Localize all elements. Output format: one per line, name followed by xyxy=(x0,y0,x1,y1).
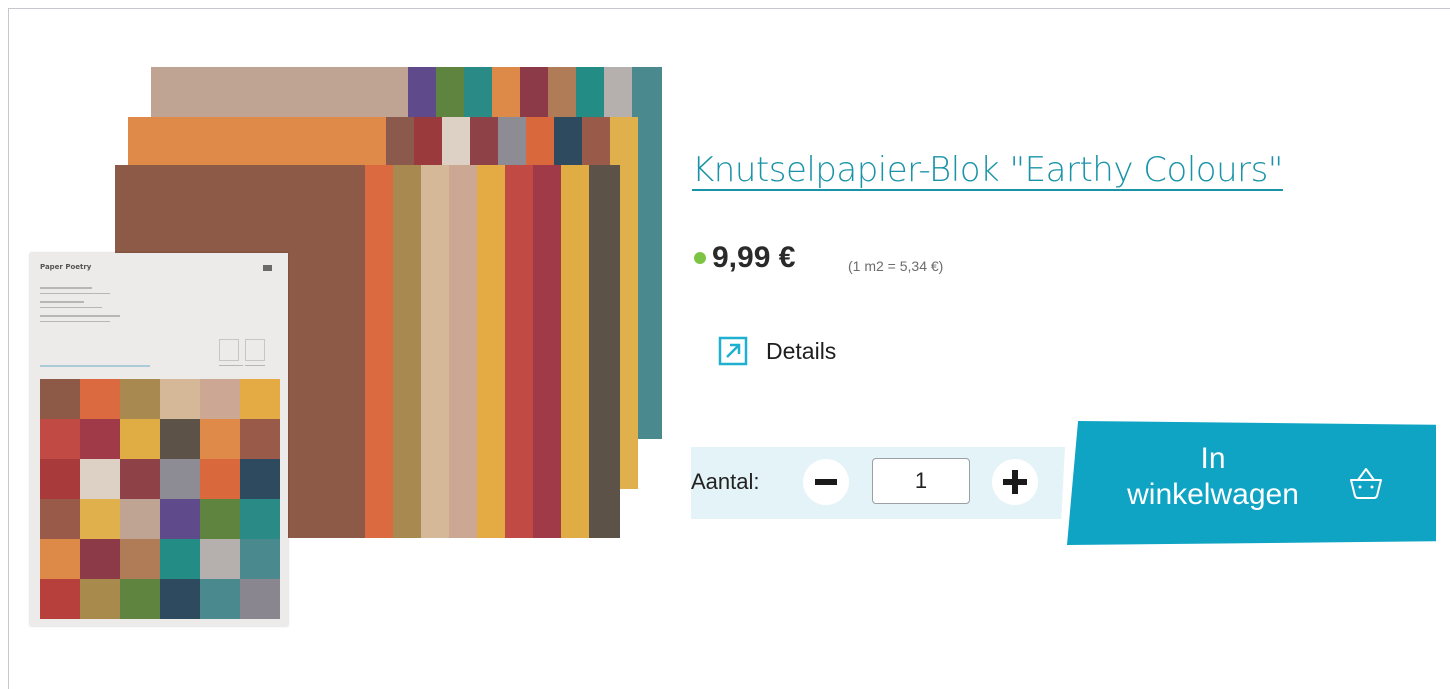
external-link-icon xyxy=(718,336,748,366)
plus-icon xyxy=(1003,470,1027,494)
add-to-cart-button[interactable]: In winkelwagen xyxy=(1067,421,1436,545)
unit-price: (1 m2 = 5,34 €) xyxy=(848,258,944,274)
add-to-cart-label: In winkelwagen xyxy=(1113,441,1313,513)
availability-indicator xyxy=(694,252,706,264)
add-to-cart-label-line1: In xyxy=(1200,442,1226,475)
details-link[interactable]: Details xyxy=(718,336,836,366)
add-to-cart-label-line2: winkelwagen xyxy=(1127,478,1299,511)
quantity-input[interactable] xyxy=(872,458,970,504)
cover-logo xyxy=(263,265,272,271)
color-swatch-grid xyxy=(40,379,280,619)
product-title-link[interactable]: Knutselpapier-Blok "Earthy Colours" xyxy=(692,150,1283,190)
basket-icon xyxy=(1350,468,1382,499)
minus-icon xyxy=(815,479,837,485)
cover-brand: Paper Poetry xyxy=(40,263,92,271)
paper-pad-cover: Paper Poetry xyxy=(30,253,288,626)
increase-quantity-button[interactable] xyxy=(992,459,1038,505)
quantity-label: Aantal: xyxy=(691,469,760,494)
product-price: 9,99 € xyxy=(712,241,796,274)
decrease-quantity-button[interactable] xyxy=(803,459,849,505)
product-image[interactable]: Paper Poetry xyxy=(30,67,662,627)
details-label: Details xyxy=(766,337,837,364)
